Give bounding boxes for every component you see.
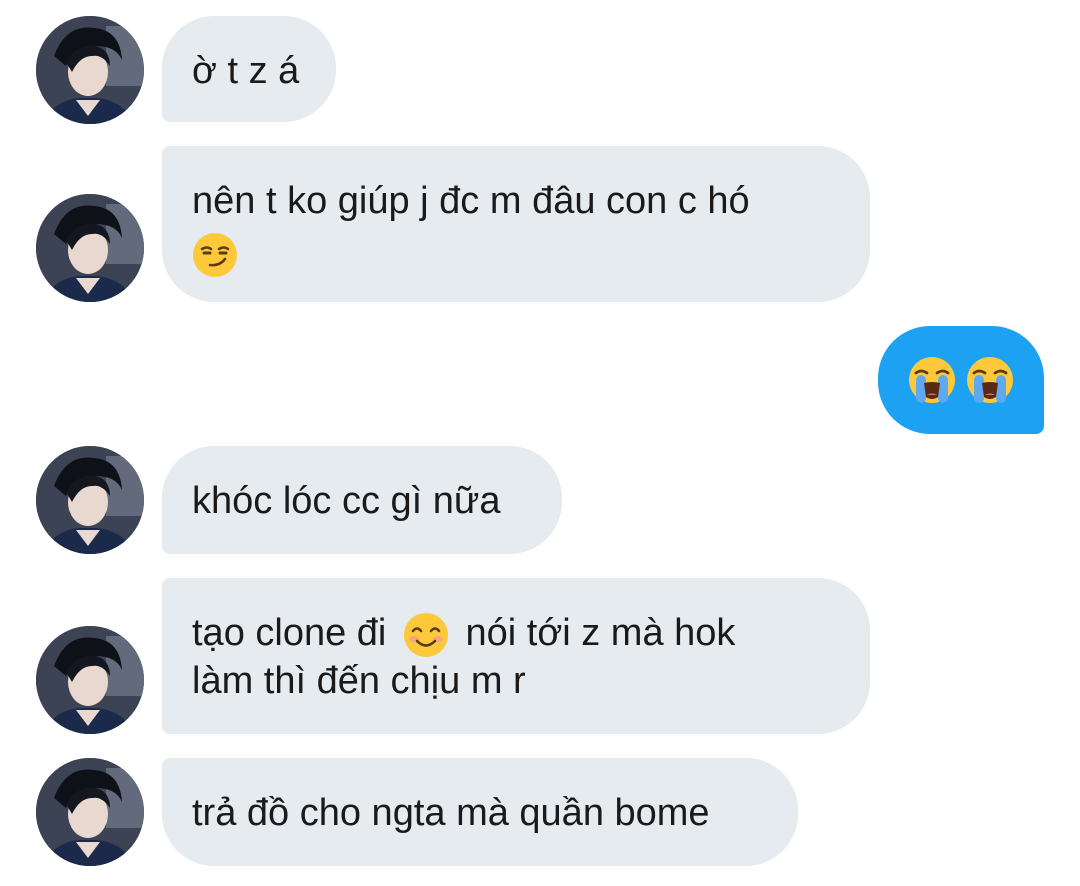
message-text: trả đồ cho ngta mà quần bome [192,792,710,834]
message-text: nên t ko giúp j đc m đâu con c hó [192,180,750,222]
avatar[interactable] [36,446,144,554]
loudly-crying-face-icon [909,357,955,403]
incoming-message-bubble[interactable]: ờ t z á [162,16,336,122]
smirking-face-icon [193,232,237,277]
smiling-face-with-smiling-eyes-icon [403,612,448,657]
avatar[interactable] [36,16,144,124]
incoming-message-bubble[interactable]: khóc lóc cc gì nữa [162,446,562,554]
incoming-message-bubble[interactable]: tạo clone đi nói tới z mà hok làm thì đế… [162,578,870,734]
message-text: khóc lóc cc gì nữa [192,480,501,522]
incoming-message-bubble[interactable]: trả đồ cho ngta mà quần bome [162,758,798,866]
message-text: làm thì đến chịu m r [192,659,526,702]
avatar[interactable] [36,194,144,302]
loudly-crying-face-icon [967,357,1013,403]
message-text: tạo clone đi [192,612,387,654]
incoming-message-bubble[interactable]: nên t ko giúp j đc m đâu con c hó [162,146,870,302]
outgoing-message-bubble[interactable] [878,326,1044,434]
avatar[interactable] [36,626,144,734]
message-text: nói tới z mà hok [465,612,736,654]
avatar[interactable] [36,758,144,866]
message-text: ờ t z á [192,50,300,92]
